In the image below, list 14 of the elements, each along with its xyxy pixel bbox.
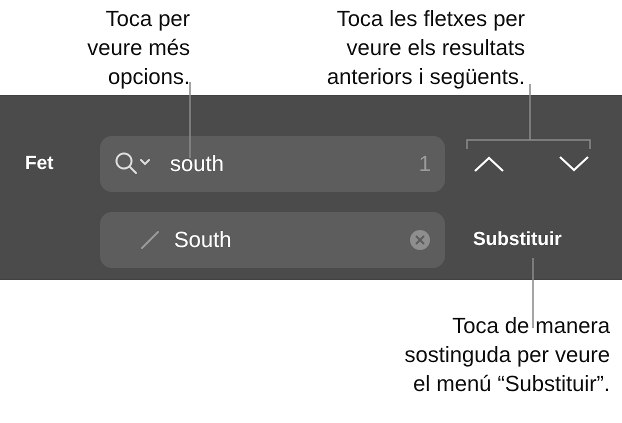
pencil-icon bbox=[140, 230, 160, 250]
replace-field[interactable]: South bbox=[100, 212, 445, 268]
leader-line bbox=[532, 258, 534, 328]
replace-text: South bbox=[174, 227, 232, 253]
callout-text: Toca per veure més opcions. bbox=[87, 5, 190, 91]
chevron-down-icon bbox=[558, 155, 590, 173]
match-count: 1 bbox=[418, 151, 431, 177]
callout-text: Toca les fletxes per veure els resultats anteriors i següents. bbox=[326, 5, 525, 91]
callout-text: Toca de manera sostinguda per veure el menú “Substituir”. bbox=[404, 312, 610, 398]
done-button[interactable]: Fet bbox=[0, 152, 100, 176]
replace-button[interactable]: Substituir bbox=[473, 229, 562, 251]
search-field[interactable]: south 1 bbox=[100, 136, 445, 192]
search-text: south bbox=[170, 151, 225, 177]
chevron-up-icon bbox=[473, 155, 505, 173]
